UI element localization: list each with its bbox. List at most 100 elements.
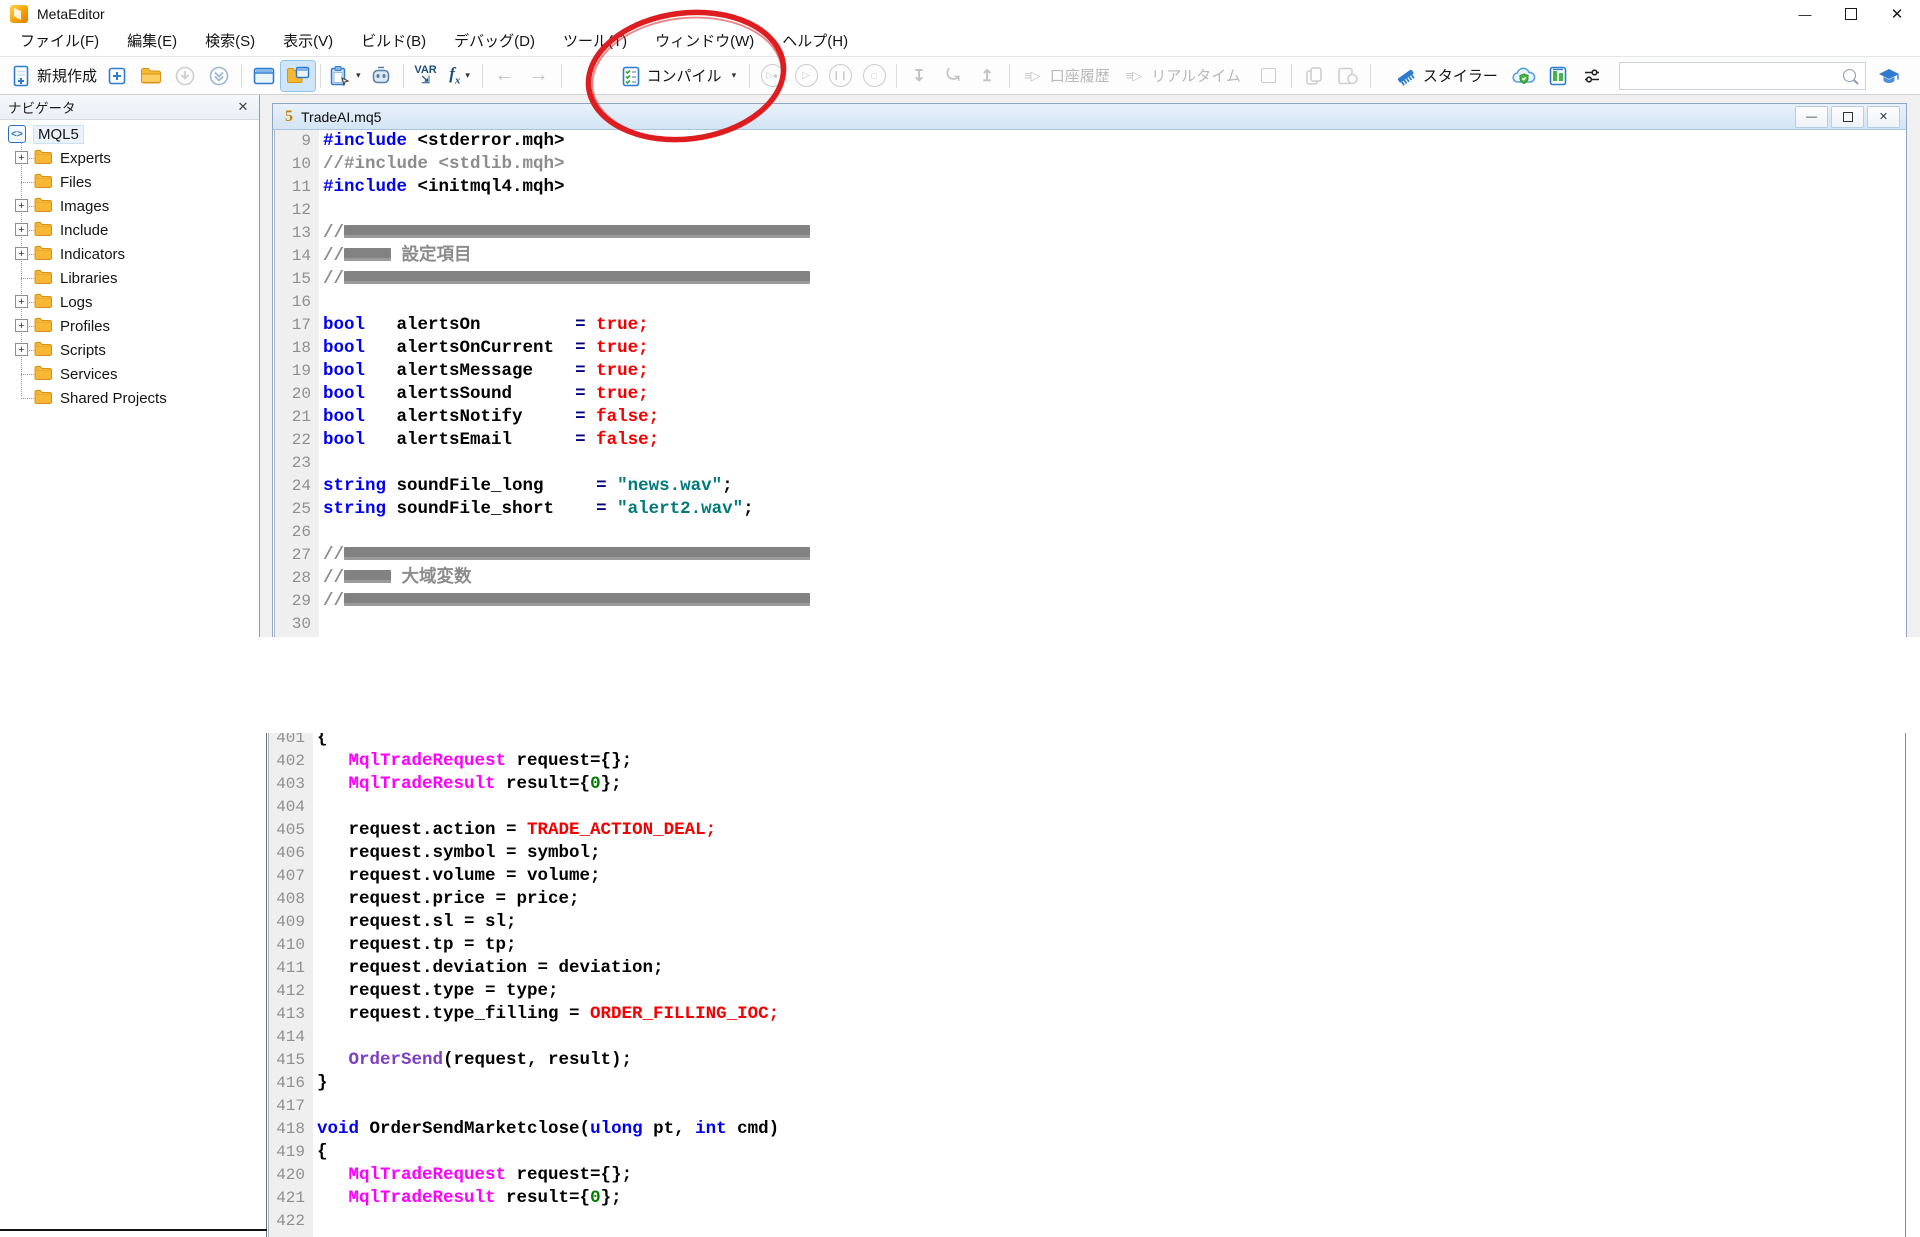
var-button[interactable]: VAR⇲ <box>409 61 443 91</box>
tree-item-profiles[interactable]: +Profiles <box>0 314 259 338</box>
expander-plus-icon[interactable]: + <box>15 343 28 356</box>
tree-stub <box>21 398 34 399</box>
doc-close-button[interactable]: ✕ <box>1867 106 1900 128</box>
code-line: 15// <box>275 268 1906 291</box>
tree-item-scripts[interactable]: +Scripts <box>0 338 259 362</box>
navigator-close-icon[interactable]: ✕ <box>235 99 251 115</box>
chart-window-button[interactable] <box>1252 61 1286 91</box>
new-file-button[interactable]: 新規作成 <box>8 61 100 91</box>
expander-plus-icon[interactable]: + <box>15 151 28 164</box>
expander-plus-icon[interactable]: + <box>15 247 28 260</box>
styler-button[interactable]: スタイラー <box>1390 61 1501 91</box>
code-text: MqlTradeResult result={0}; <box>313 773 622 796</box>
maximize-button[interactable] <box>1828 0 1874 28</box>
new-window-button[interactable] <box>100 61 134 91</box>
forward-button[interactable]: → <box>522 61 556 91</box>
save-all-button[interactable] <box>202 61 236 91</box>
stop-icon: □ <box>863 64 886 87</box>
code-line: 402 MqlTradeRequest request={}; <box>269 750 1905 773</box>
compile-button[interactable]: コンパイル ▾ <box>613 61 745 91</box>
tree-item-files[interactable]: Files <box>0 170 259 194</box>
academy-button[interactable] <box>1872 61 1906 91</box>
minimize-button[interactable]: ― <box>1782 0 1828 28</box>
copy-button[interactable] <box>1297 61 1331 91</box>
code-text: // 大域変数 <box>319 567 472 590</box>
menu-item[interactable]: 編集(E) <box>113 28 191 56</box>
cloud-sync-button[interactable] <box>1507 61 1541 91</box>
tree-item-indicators[interactable]: +Indicators <box>0 242 259 266</box>
expander-plus-icon[interactable]: + <box>15 295 28 308</box>
tree-item-logs[interactable]: +Logs <box>0 290 259 314</box>
folder-icon <box>34 245 53 266</box>
code-line: 30 <box>275 613 1906 636</box>
code-line: 21bool alertsNotify = false; <box>275 406 1906 429</box>
navigator-tree: <>MQL5+ExpertsFiles+Images+Include+Indic… <box>0 120 259 410</box>
tree-item-include[interactable]: +Include <box>0 218 259 242</box>
open-file-button[interactable] <box>134 61 168 91</box>
code-text: void OrderSendMarketclose(ulong pt, int … <box>313 1118 779 1141</box>
fx-icon: fx <box>449 64 460 86</box>
market-button[interactable] <box>364 61 398 91</box>
step-out-button[interactable]: ↥ <box>970 61 1004 91</box>
menu-item[interactable]: ウィンドウ(W) <box>641 28 768 56</box>
code-line: 410 request.tp = tp; <box>269 934 1905 957</box>
close-button[interactable]: ✕ <box>1874 0 1920 28</box>
folder-icon <box>34 293 53 314</box>
snippet-button[interactable] <box>1331 61 1365 91</box>
menu-item[interactable]: ヘルプ(H) <box>768 28 862 56</box>
tree-item-mql5[interactable]: <>MQL5 <box>0 122 259 146</box>
code-line: 406 request.symbol = symbol; <box>269 842 1905 865</box>
menu-item[interactable]: ビルド(B) <box>347 28 440 56</box>
navigator-toggle-button[interactable] <box>281 61 315 91</box>
doc-minimize-button[interactable]: ― <box>1795 106 1828 128</box>
tree-item-experts[interactable]: +Experts <box>0 146 259 170</box>
line-number: 10 <box>275 153 319 176</box>
code-text: string soundFile_long = "news.wav"; <box>319 475 733 498</box>
pause-button[interactable]: ❙❙ <box>823 61 857 91</box>
tree-item-services[interactable]: Services <box>0 362 259 386</box>
expander-plus-icon[interactable]: + <box>15 319 28 332</box>
fx-button[interactable]: fx ▾ <box>443 61 477 91</box>
code-editor-bottom[interactable]: 401{402 MqlTradeRequest request={};403 M… <box>269 733 1905 1237</box>
search-icon[interactable] <box>1843 69 1856 82</box>
search-input[interactable] <box>1620 65 1843 87</box>
settings-button[interactable] <box>1575 61 1609 91</box>
stop-button[interactable]: □ <box>857 61 891 91</box>
storage-button[interactable] <box>1541 61 1575 91</box>
menu-item[interactable]: 表示(V) <box>269 28 347 56</box>
expander-plus-icon[interactable]: + <box>15 223 28 236</box>
menu-item[interactable]: ツール(T) <box>549 28 641 56</box>
code-editor-top[interactable]: 9#include <stderror.mqh>10//#include <st… <box>275 130 1906 637</box>
navigator-title: ナビゲータ <box>8 97 76 117</box>
window-layout-button[interactable] <box>247 61 281 91</box>
expander-plus-icon[interactable]: + <box>15 199 28 212</box>
menu-item[interactable]: 検索(S) <box>191 28 269 56</box>
save-button[interactable] <box>168 61 202 91</box>
code-line: 11#include <initmql4.mqh> <box>275 176 1906 199</box>
code-text: request.symbol = symbol; <box>313 842 601 865</box>
compile-checklist-icon <box>621 65 641 87</box>
step-into-button[interactable]: ↧ <box>902 61 936 91</box>
tree-item-images[interactable]: +Images <box>0 194 259 218</box>
document-titlebar[interactable]: 5 TradeAI.mq5 ― ✕ <box>273 104 1906 130</box>
paste-caret-icon: ▾ <box>356 70 361 81</box>
debug-start-button[interactable]: ▷⦁ <box>755 61 789 91</box>
doc-restore-button[interactable] <box>1831 106 1864 128</box>
new-window-icon <box>107 66 127 86</box>
code-text: request.sl = sl; <box>313 911 517 934</box>
step-over-button[interactable]: ⤿ <box>936 61 970 91</box>
account-history-button[interactable]: ≡▷ 口座履歴 <box>1021 61 1113 91</box>
menu-item[interactable]: ファイル(F) <box>6 28 113 56</box>
code-text: bool alertsMessage = true; <box>319 360 649 383</box>
folder-icon <box>34 389 53 410</box>
menu-item[interactable]: デバッグ(D) <box>440 28 549 56</box>
realtime-button[interactable]: ≡▷ リアルタイム <box>1123 61 1244 91</box>
comment-bar <box>344 570 391 583</box>
start-button[interactable]: ▷ <box>789 61 823 91</box>
tree-item-shared-projects[interactable]: Shared Projects <box>0 386 259 410</box>
back-button[interactable]: ← <box>488 61 522 91</box>
line-number: 414 <box>269 1026 313 1049</box>
academy-cap-icon <box>1877 66 1901 86</box>
tree-item-libraries[interactable]: Libraries <box>0 266 259 290</box>
paste-template-button[interactable]: ▾ <box>326 61 364 91</box>
